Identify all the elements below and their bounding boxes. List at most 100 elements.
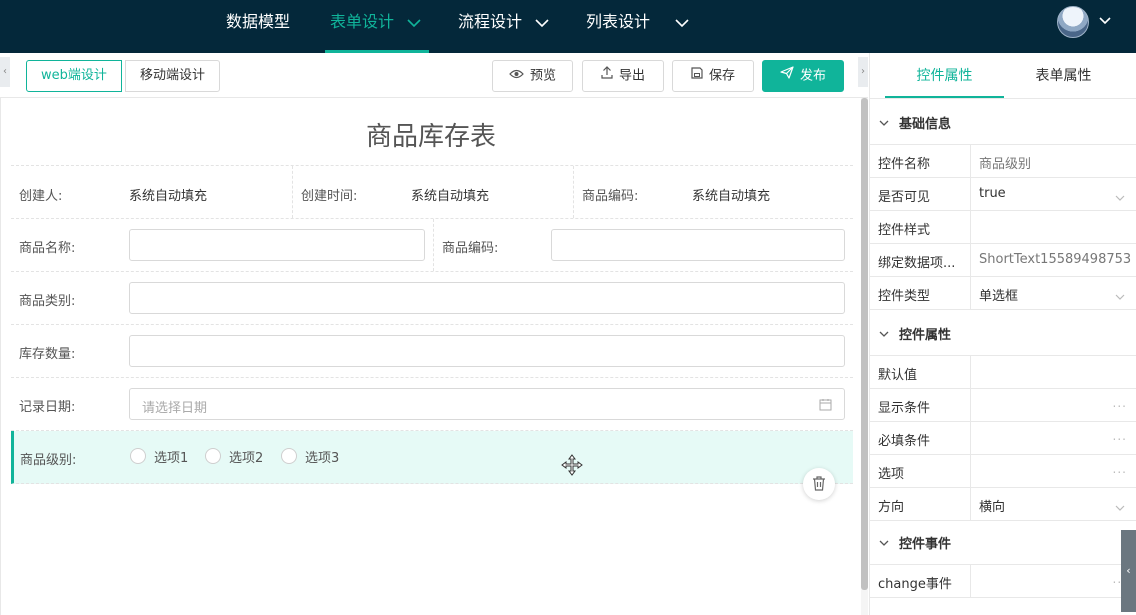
field-label: 创建人: <box>19 189 63 204</box>
nav-form-design[interactable]: 表单设计 <box>324 0 430 53</box>
radio-option-1[interactable] <box>130 448 146 464</box>
form-row-level-selected[interactable]: 商品级别: 选项1 选项2 选项3 <box>11 431 853 484</box>
form-row-product[interactable]: 商品名称: 商品编码: <box>11 219 853 272</box>
prop-row-visible[interactable]: 是否可见 true <box>870 178 1136 211</box>
chevron-down-icon[interactable] <box>1115 289 1125 304</box>
prop-value[interactable]: true <box>979 186 1131 201</box>
preview-button[interactable]: 预览 <box>492 60 573 92</box>
delete-field-button[interactable] <box>803 468 835 500</box>
more-icon[interactable]: ... <box>1113 429 1127 443</box>
chevron-down-icon[interactable] <box>1115 190 1125 205</box>
design-toolbar: web端设计 移动端设计 预览 导出 保存 发布 <box>0 53 868 98</box>
product-code-input[interactable] <box>551 229 845 261</box>
record-date-picker[interactable]: 请选择日期 <box>129 388 845 420</box>
nav-label: 列表设计 <box>586 12 651 31</box>
prop-key: 绑定数据项... <box>878 256 956 271</box>
prop-row-default-value[interactable]: 默认值 <box>870 356 1136 389</box>
chevron-down-icon <box>535 1 549 45</box>
prop-key: 必填条件 <box>878 434 931 449</box>
field-label: 商品级别: <box>20 453 77 468</box>
tab-label: 控件属性 <box>916 68 973 84</box>
field-label: 库存数量: <box>19 347 76 362</box>
button-label: 发布 <box>799 68 826 84</box>
mobile-design-tab[interactable]: 移动端设计 <box>125 60 221 92</box>
nav-data-model[interactable]: 数据模型 <box>226 0 290 53</box>
move-cursor-icon[interactable] <box>561 454 583 480</box>
form-row-stock[interactable]: 库存数量: <box>11 325 853 378</box>
prop-key: 控件名称 <box>878 157 931 172</box>
nav-label: 流程设计 <box>458 12 523 31</box>
prop-row-control-style[interactable]: 控件样式 <box>870 211 1136 244</box>
form-title: 商品库存表 <box>365 122 496 152</box>
chevron-down-icon <box>407 1 421 45</box>
calendar-icon <box>819 398 832 415</box>
prop-key: 控件类型 <box>878 289 931 304</box>
prop-row-control-name[interactable]: 控件名称 商品级别 <box>870 145 1136 178</box>
section-title: 基础信息 <box>899 117 952 132</box>
collapse-left-arrow[interactable]: ‹ <box>0 57 10 87</box>
nav-flow-design[interactable]: 流程设计 <box>458 0 549 53</box>
form-row-system[interactable]: 创建人: 系统自动填充 创建时间: 系统自动填充 商品编码: 系统自动填充 <box>11 165 853 219</box>
chevron-down-icon <box>879 536 889 551</box>
section-title: 控件属性 <box>899 328 952 343</box>
form-row-category[interactable]: 商品类别: <box>11 272 853 325</box>
nav-label: 表单设计 <box>330 12 395 31</box>
top-navigation-bar: 数据模型 表单设计 流程设计 列表设计 <box>0 0 1136 53</box>
prop-row-display-condition[interactable]: 显示条件 ... <box>870 389 1136 422</box>
nav-list-design[interactable]: 列表设计 <box>586 0 689 53</box>
prop-row-control-type[interactable]: 控件类型 单选框 <box>870 277 1136 310</box>
tab-label: 表单属性 <box>1035 68 1092 84</box>
publish-button[interactable]: 发布 <box>762 60 844 92</box>
field-label: 商品编码: <box>582 189 639 204</box>
more-icon[interactable]: ... <box>1113 396 1127 410</box>
chevron-down-icon <box>879 327 889 342</box>
prop-key: 控件样式 <box>878 223 931 238</box>
prop-value[interactable]: ShortText155894987534( <box>979 252 1131 267</box>
field-value: 系统自动填充 <box>411 189 490 204</box>
upload-icon <box>601 61 613 91</box>
prop-row-required-condition[interactable]: 必填条件 ... <box>870 422 1136 455</box>
prop-row-change-event[interactable]: change事件 ... <box>870 565 1136 598</box>
field-value: 系统自动填充 <box>692 189 771 204</box>
button-label: 预览 <box>529 68 556 84</box>
export-button[interactable]: 导出 <box>582 60 664 92</box>
field-label: 记录日期: <box>19 400 76 415</box>
prop-row-bind-data[interactable]: 绑定数据项... ShortText155894987534( <box>870 244 1136 277</box>
prop-key: 显示条件 <box>878 401 931 416</box>
field-label: 商品编码: <box>442 241 499 256</box>
collapse-right-arrow[interactable]: › <box>858 57 868 87</box>
tab-control-properties[interactable]: 控件属性 <box>885 53 1004 98</box>
prop-value[interactable]: 单选框 <box>979 285 1131 304</box>
chevron-down-icon <box>675 1 689 45</box>
radio-option-3[interactable] <box>281 448 297 464</box>
prop-key: 方向 <box>878 500 905 515</box>
save-icon <box>691 61 703 91</box>
avatar[interactable] <box>1057 6 1089 38</box>
chevron-down-icon[interactable] <box>1099 14 1111 29</box>
panel-collapse-handle[interactable]: ‹ <box>1121 530 1136 612</box>
section-control-events[interactable]: 控件事件 <box>870 519 1136 565</box>
radio-option-2[interactable] <box>205 448 221 464</box>
save-button[interactable]: 保存 <box>672 60 754 92</box>
section-basic-info[interactable]: 基础信息 <box>870 99 1136 145</box>
chevron-down-icon[interactable] <box>1115 500 1125 515</box>
send-icon <box>780 61 794 91</box>
product-category-input[interactable] <box>129 282 845 314</box>
radio-label: 选项1 <box>154 451 189 466</box>
canvas-scrollbar-thumb[interactable] <box>861 98 868 590</box>
prop-key: 默认值 <box>878 368 918 383</box>
prop-row-direction[interactable]: 方向 横向 <box>870 488 1136 521</box>
form-row-date[interactable]: 记录日期: 请选择日期 <box>11 378 853 431</box>
trash-icon <box>813 476 825 491</box>
section-control-properties[interactable]: 控件属性 <box>870 310 1136 356</box>
section-title: 控件事件 <box>899 537 952 552</box>
web-design-tab[interactable]: web端设计 <box>26 60 122 92</box>
prop-row-options[interactable]: 选项 ... <box>870 455 1136 488</box>
prop-key: 选项 <box>878 467 905 482</box>
stock-quantity-input[interactable] <box>129 335 845 367</box>
product-name-input[interactable] <box>129 229 425 261</box>
more-icon[interactable]: ... <box>1113 462 1127 476</box>
prop-value[interactable]: 横向 <box>979 496 1131 515</box>
prop-value[interactable]: 商品级别 <box>979 153 1131 172</box>
tab-form-properties[interactable]: 表单属性 <box>1004 53 1123 98</box>
